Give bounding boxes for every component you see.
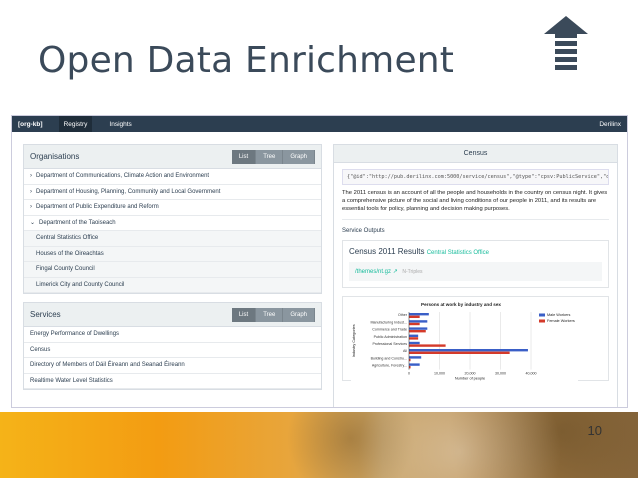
- x-tick-label: 20,000: [465, 372, 476, 376]
- service-outputs-label: Service Outputs: [342, 228, 385, 234]
- slide-title: Open Data Enrichment: [38, 40, 455, 81]
- output-title: Census 2011 Results: [349, 247, 425, 256]
- list-button[interactable]: List: [231, 149, 257, 164]
- view-toggle: List Tree Graph: [231, 307, 315, 322]
- census-title: Census: [334, 145, 617, 163]
- organisation-label: Central Statistics Office: [36, 235, 99, 242]
- organisation-label: Department of Housing, Planning, Communi…: [36, 188, 221, 195]
- organisation-label: Department of Communications, Climate Ac…: [36, 173, 210, 180]
- y-tick-label: Agriculture, Forestry...: [372, 364, 407, 368]
- chart-container: Persons at work by industry and sex 0 10,0…: [342, 296, 609, 381]
- organisation-item[interactable]: › Department of Housing, Planning, Commun…: [24, 185, 321, 200]
- census-description: The 2011 census is an account of all the…: [342, 190, 608, 212]
- organisation-item[interactable]: Houses of the Oireachtas: [24, 246, 321, 262]
- legend-swatch: [539, 319, 545, 323]
- organisation-label: Fingal County Council: [36, 266, 95, 273]
- legend-swatch: [539, 313, 545, 317]
- bar: [409, 313, 429, 316]
- user-menu[interactable]: Derilinx: [599, 121, 621, 128]
- output-publisher[interactable]: Central Statistics Office: [427, 250, 489, 256]
- bar-chart: Persons at work by industry and sex 0 10,0…: [351, 298, 578, 381]
- output-format: N-Triples: [402, 269, 423, 275]
- json-ld-code: {"@id":"http://pub.derilinx.com:5000/ser…: [342, 169, 609, 185]
- graph-button[interactable]: Graph: [283, 149, 315, 164]
- footer-band: [0, 412, 638, 478]
- bar: [409, 315, 420, 318]
- y-tick-label: Building and Constru...: [371, 356, 407, 360]
- bar: [409, 320, 428, 323]
- right-column: Census {"@id":"http://pub.derilinx.com:5…: [333, 144, 618, 407]
- legend-label: Male Workers: [547, 313, 570, 317]
- chevron-right-icon[interactable]: ›: [30, 204, 32, 210]
- bar: [409, 351, 510, 354]
- service-item[interactable]: Census: [24, 343, 321, 358]
- tree-button[interactable]: Tree: [256, 149, 284, 164]
- organisations-title: Organisations: [30, 152, 80, 161]
- bar: [409, 337, 419, 340]
- bar: [409, 356, 422, 359]
- services-title: Services: [30, 310, 61, 319]
- y-tick-label: Professional Services: [372, 342, 407, 346]
- app-screenshot: [org-kb] Registry Insights Derilinx Orga…: [11, 115, 628, 408]
- organisation-item[interactable]: › Department of Communications, Climate A…: [24, 169, 321, 185]
- service-item[interactable]: Energy Performance of Dwellings: [24, 327, 321, 343]
- y-tick-label: Other: [398, 313, 408, 317]
- chevron-right-icon[interactable]: ›: [30, 173, 32, 179]
- service-item[interactable]: Realtime Water Level Statistics: [24, 374, 321, 389]
- tree-button[interactable]: Tree: [256, 307, 284, 322]
- nav-insights[interactable]: Insights: [104, 116, 136, 132]
- organisation-item[interactable]: Limerick City and County Council: [24, 277, 321, 293]
- graph-button[interactable]: Graph: [283, 307, 315, 322]
- bar: [409, 341, 420, 345]
- bar: [409, 334, 419, 337]
- x-tick-label: 30,000: [495, 372, 506, 376]
- navbar: [org-kb] Registry Insights Derilinx: [12, 116, 627, 132]
- organisation-label: Department of Public Expenditure and Ref…: [36, 204, 159, 211]
- nav-registry[interactable]: Registry: [58, 116, 93, 132]
- chart-title: Persons at work by industry and sex: [421, 302, 501, 307]
- external-link-icon[interactable]: ↗: [393, 269, 398, 275]
- page-number: 10: [587, 423, 602, 438]
- organisation-item[interactable]: ⌄ Department of the Taoiseach: [24, 216, 321, 231]
- bar: [409, 363, 420, 366]
- chevron-right-icon[interactable]: ›: [30, 189, 32, 195]
- y-tick-label: All: [403, 349, 407, 353]
- y-axis-label: Industry Categories: [352, 324, 356, 357]
- organisation-item[interactable]: › Department of Public Expenditure and Re…: [24, 200, 321, 216]
- view-toggle: List Tree Graph: [231, 149, 315, 164]
- chevron-down-icon[interactable]: ⌄: [30, 219, 35, 226]
- organisation-label: Limerick City and County Council: [36, 281, 125, 288]
- bar: [409, 322, 420, 326]
- y-tick-label: Public Administration: [374, 335, 407, 339]
- service-output-card: Census 2011 Results Central Statistics O…: [342, 240, 609, 288]
- list-button[interactable]: List: [231, 307, 257, 322]
- arrow-up-icon: [544, 16, 588, 70]
- organisation-label: Houses of the Oireachtas: [36, 250, 104, 257]
- bar: [409, 344, 446, 347]
- output-link[interactable]: /themes/nt.gz: [355, 269, 391, 275]
- bar: [409, 349, 528, 352]
- services-panel: Services List Tree Graph Energy Performa…: [23, 302, 322, 390]
- x-axis-label: Number of people: [455, 377, 485, 381]
- x-tick-label: 10,000: [434, 372, 445, 376]
- left-column: Organisations List Tree Graph › Departmen…: [23, 144, 322, 398]
- census-panel: Census {"@id":"http://pub.derilinx.com:5…: [333, 144, 618, 407]
- chart-background: [351, 298, 578, 381]
- x-tick-label: 0: [408, 372, 410, 376]
- organisation-label: Department of the Taoiseach: [39, 219, 116, 226]
- organisations-panel: Organisations List Tree Graph › Departmen…: [23, 144, 322, 294]
- legend-label: Female Workers: [547, 319, 575, 323]
- bar: [409, 330, 426, 333]
- service-item[interactable]: Directory of Members of Dáil Éireann and…: [24, 358, 321, 374]
- slide: Open Data Enrichment [org-kb] Registry I…: [0, 0, 638, 478]
- brand[interactable]: [org-kb]: [18, 121, 43, 128]
- organisation-item[interactable]: Fingal County Council: [24, 262, 321, 278]
- y-tick-label: Commerce and Trade: [372, 328, 407, 332]
- x-tick-label: 40,000: [526, 372, 537, 376]
- organisation-item[interactable]: Central Statistics Office: [24, 231, 321, 247]
- y-tick-label: Manufacturing Indust...: [370, 320, 407, 324]
- bar: [409, 327, 428, 330]
